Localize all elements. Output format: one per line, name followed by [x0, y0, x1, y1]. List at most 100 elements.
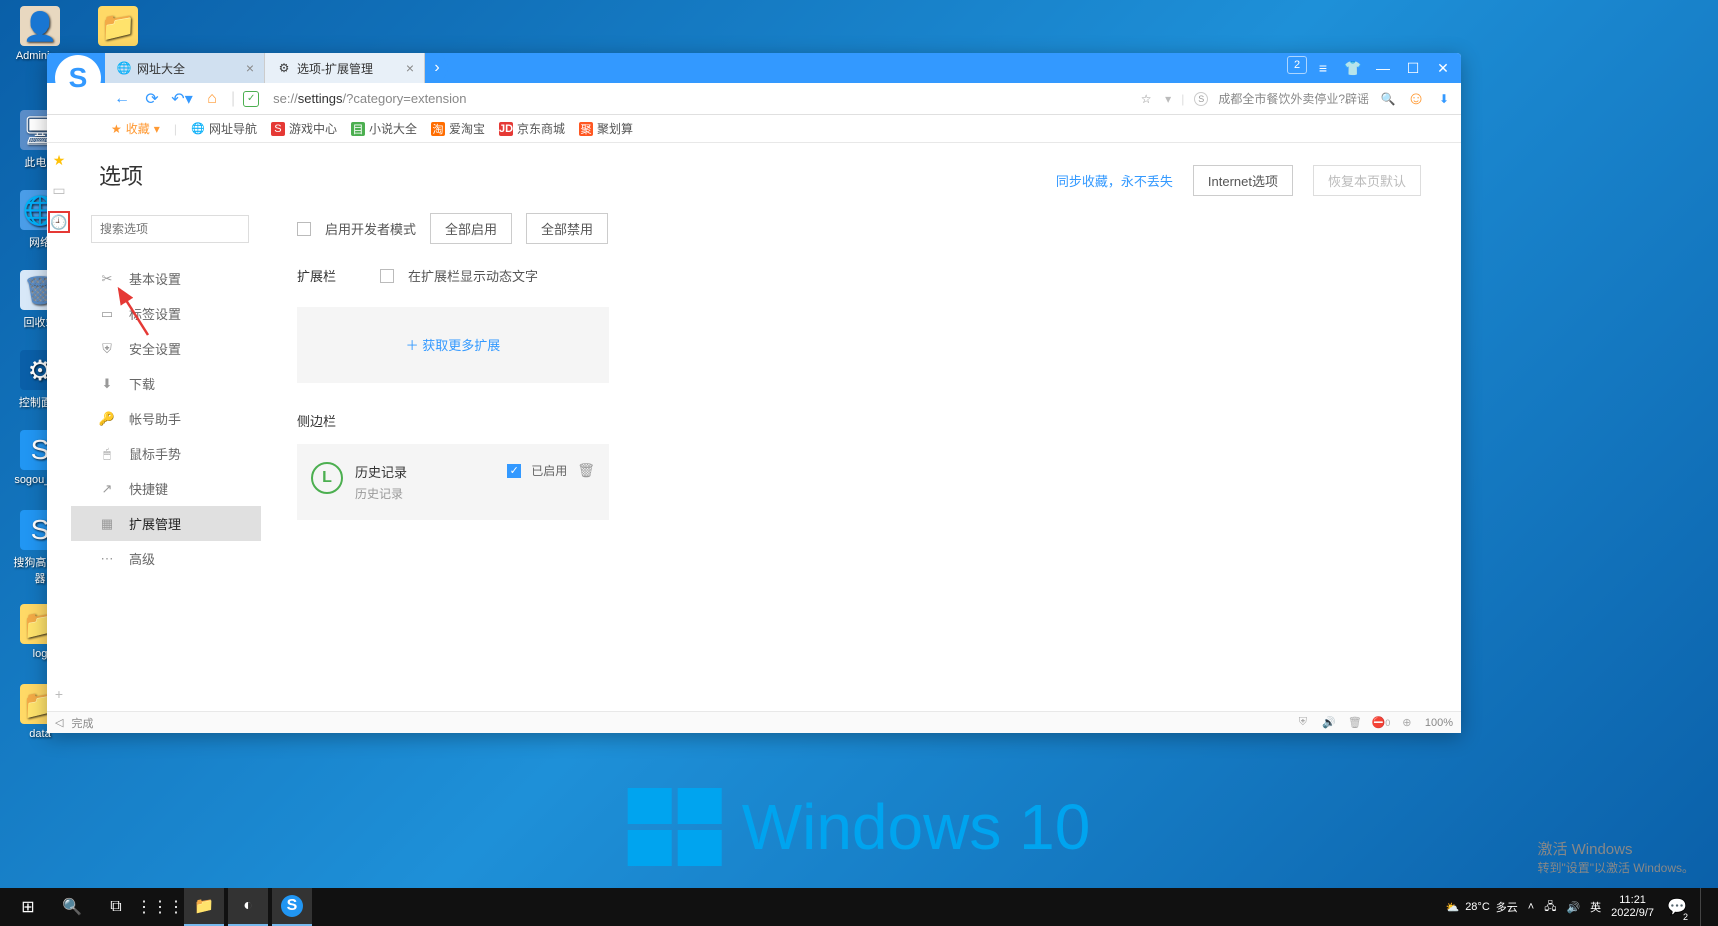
weather-widget[interactable]: ⛅ 28°C 多云: [1445, 899, 1517, 915]
favorites-menu[interactable]: ★ 收藏 ▾: [111, 120, 160, 137]
sidebar-favorites-icon[interactable]: ★: [50, 151, 68, 169]
skin-icon[interactable]: 👕: [1339, 56, 1367, 80]
settings-content: 同步收藏，永不丢失 Internet选项 恢复本页默认 启用开发者模式 全部启用…: [261, 143, 1461, 711]
bookmark-nav[interactable]: 🌐网址导航: [191, 120, 257, 137]
titlebar: 🌐 网址大全 × ⚙ 选项-扩展管理 × › 2 ≡ 👕 — ☐ ✕: [47, 53, 1461, 83]
star-icon[interactable]: ☆: [1137, 90, 1155, 108]
volume-icon[interactable]: 🔊: [1566, 901, 1580, 914]
menu-advanced[interactable]: ⋯高级: [71, 541, 261, 576]
reload-button[interactable]: ⟳: [141, 88, 163, 110]
shield-icon[interactable]: ✓: [243, 91, 259, 107]
get-more-extensions[interactable]: ＋ 获取更多扩展: [297, 307, 609, 383]
extension-card-history: L 历史记录 历史记录 ✓ 已启用 🗑: [297, 444, 609, 520]
close-icon[interactable]: ×: [406, 60, 414, 76]
top-actions: 同步收藏，永不丢失 Internet选项 恢复本页默认: [1056, 165, 1421, 196]
bookmark-jd[interactable]: JD京东商城: [499, 120, 565, 137]
window-controls: 2 ≡ 👕 — ☐ ✕: [1287, 56, 1461, 80]
bookmark-game[interactable]: S游戏中心: [271, 120, 337, 137]
app-button[interactable]: ◐: [228, 888, 268, 926]
menu-tabs[interactable]: ▭标签设置: [71, 296, 261, 331]
sidebar-read-icon[interactable]: ▭: [50, 181, 68, 199]
adblock-icon[interactable]: ⛔0: [1373, 715, 1389, 731]
undo-button[interactable]: ↶▾: [171, 88, 193, 110]
search-icon[interactable]: 🔍: [1379, 90, 1397, 108]
menu-download[interactable]: ⬇下载: [71, 366, 261, 401]
page-title: 选项: [71, 159, 261, 215]
dev-mode-checkbox[interactable]: [297, 222, 311, 236]
activate-title: 激活 Windows: [1537, 838, 1694, 859]
globe-icon: 🌐: [191, 122, 205, 136]
new-tab-button[interactable]: ›: [425, 53, 449, 83]
gear-icon: ✂: [99, 271, 115, 287]
close-button[interactable]: ✕: [1429, 56, 1457, 80]
settings-sidebar: 选项 ✂基本设置 ▭标签设置 ⛨安全设置 ⬇下载 🔑帐号助手 🖱鼠标手势 ↗快捷…: [71, 143, 261, 711]
menu-security[interactable]: ⛨安全设置: [71, 331, 261, 366]
status-arrow-icon[interactable]: ◁: [55, 716, 63, 729]
extension-desc: 历史记录: [355, 485, 495, 502]
show-text-checkbox[interactable]: [380, 269, 394, 283]
menu-icon[interactable]: ≡: [1309, 56, 1337, 80]
restore-defaults-button[interactable]: 恢复本页默认: [1313, 165, 1421, 196]
history-icon: L: [311, 462, 343, 494]
ju-icon: 聚: [579, 122, 593, 136]
sogou-button[interactable]: S: [272, 888, 312, 926]
clock[interactable]: 11:21 2022/9/7: [1611, 894, 1654, 920]
back-button[interactable]: ←: [111, 88, 133, 110]
tab-count-badge[interactable]: 2: [1287, 56, 1307, 74]
url-input[interactable]: se://settings/?category=extension: [267, 89, 1129, 108]
bookmark-novel[interactable]: 目小说大全: [351, 120, 417, 137]
internet-options-button[interactable]: Internet选项: [1193, 165, 1293, 196]
dropdown-icon[interactable]: ▾: [1165, 92, 1171, 106]
start-button[interactable]: ⊞: [8, 888, 48, 926]
menu-extensions[interactable]: ▦扩展管理: [71, 506, 261, 541]
tab-settings[interactable]: ⚙ 选项-扩展管理 ×: [265, 53, 425, 83]
sync-link[interactable]: 同步收藏，永不丢失: [1056, 171, 1173, 190]
task-view-button[interactable]: ⧉: [96, 888, 136, 926]
search-input[interactable]: [91, 215, 249, 243]
mouse-icon: 🖱: [99, 446, 115, 462]
browser-logo-icon[interactable]: S: [55, 55, 101, 101]
tray-chevron-icon[interactable]: ˄: [1528, 901, 1534, 913]
home-button[interactable]: ⌂: [201, 88, 223, 110]
desktop-icon-folder[interactable]: 📁: [84, 6, 152, 50]
browser-window: S 🌐 网址大全 × ⚙ 选项-扩展管理 × › 2 ≡ 👕 — ☐ ✕ ←: [47, 53, 1461, 733]
ime-indicator[interactable]: 英: [1590, 899, 1601, 915]
search-hint[interactable]: 成都全市餐饮外卖停业?辟谣: [1218, 90, 1369, 107]
maximize-button[interactable]: ☐: [1399, 56, 1427, 80]
windows-brand-text: Windows 10: [742, 790, 1091, 864]
menu-basic[interactable]: ✂基本设置: [71, 261, 261, 296]
network-icon[interactable]: 🖧: [1544, 898, 1556, 917]
enabled-label: 已启用: [531, 462, 567, 479]
download-icon[interactable]: ⬇: [1435, 90, 1453, 108]
menu-shortcut[interactable]: ↗快捷键: [71, 471, 261, 506]
explorer-button[interactable]: 📁: [184, 888, 224, 926]
mute-icon[interactable]: 🔊: [1321, 715, 1337, 731]
zoom-icon[interactable]: ⊕: [1399, 715, 1415, 731]
sidebar-history-icon[interactable]: 🕘: [48, 211, 70, 233]
search-button[interactable]: 🔍: [52, 888, 92, 926]
close-icon[interactable]: ×: [246, 60, 254, 76]
minimize-button[interactable]: —: [1369, 56, 1397, 80]
security-status-icon[interactable]: ⛨: [1295, 715, 1311, 731]
user-icon[interactable]: ☺: [1407, 90, 1425, 108]
tab-sites[interactable]: 🌐 网址大全 ×: [105, 53, 265, 83]
bookmark-taobao[interactable]: 淘爱淘宝: [431, 120, 485, 137]
extension-name: 历史记录: [355, 462, 495, 481]
menu-account[interactable]: 🔑帐号助手: [71, 401, 261, 436]
zoom-level[interactable]: 100%: [1425, 717, 1453, 729]
show-desktop-button[interactable]: [1700, 888, 1706, 926]
disable-all-button[interactable]: 全部禁用: [526, 213, 608, 244]
notifications-button[interactable]: 💬2: [1664, 888, 1690, 926]
grid-icon: ▦: [99, 516, 115, 532]
get-more-link[interactable]: ＋ 获取更多扩展: [406, 338, 501, 353]
enabled-checkbox[interactable]: ✓: [507, 464, 521, 478]
tab-title: 网址大全: [137, 60, 185, 77]
menu-gesture[interactable]: 🖱鼠标手势: [71, 436, 261, 471]
enable-all-button[interactable]: 全部启用: [430, 213, 512, 244]
sidebar-add-icon[interactable]: +: [50, 685, 68, 703]
trash-icon[interactable]: 🗑: [577, 462, 595, 479]
weather-text: 多云: [1496, 899, 1518, 915]
bookmark-ju[interactable]: 聚聚划算: [579, 120, 633, 137]
trash-icon[interactable]: 🗑: [1347, 715, 1363, 731]
apps-button[interactable]: ⋮⋮⋮: [140, 888, 180, 926]
